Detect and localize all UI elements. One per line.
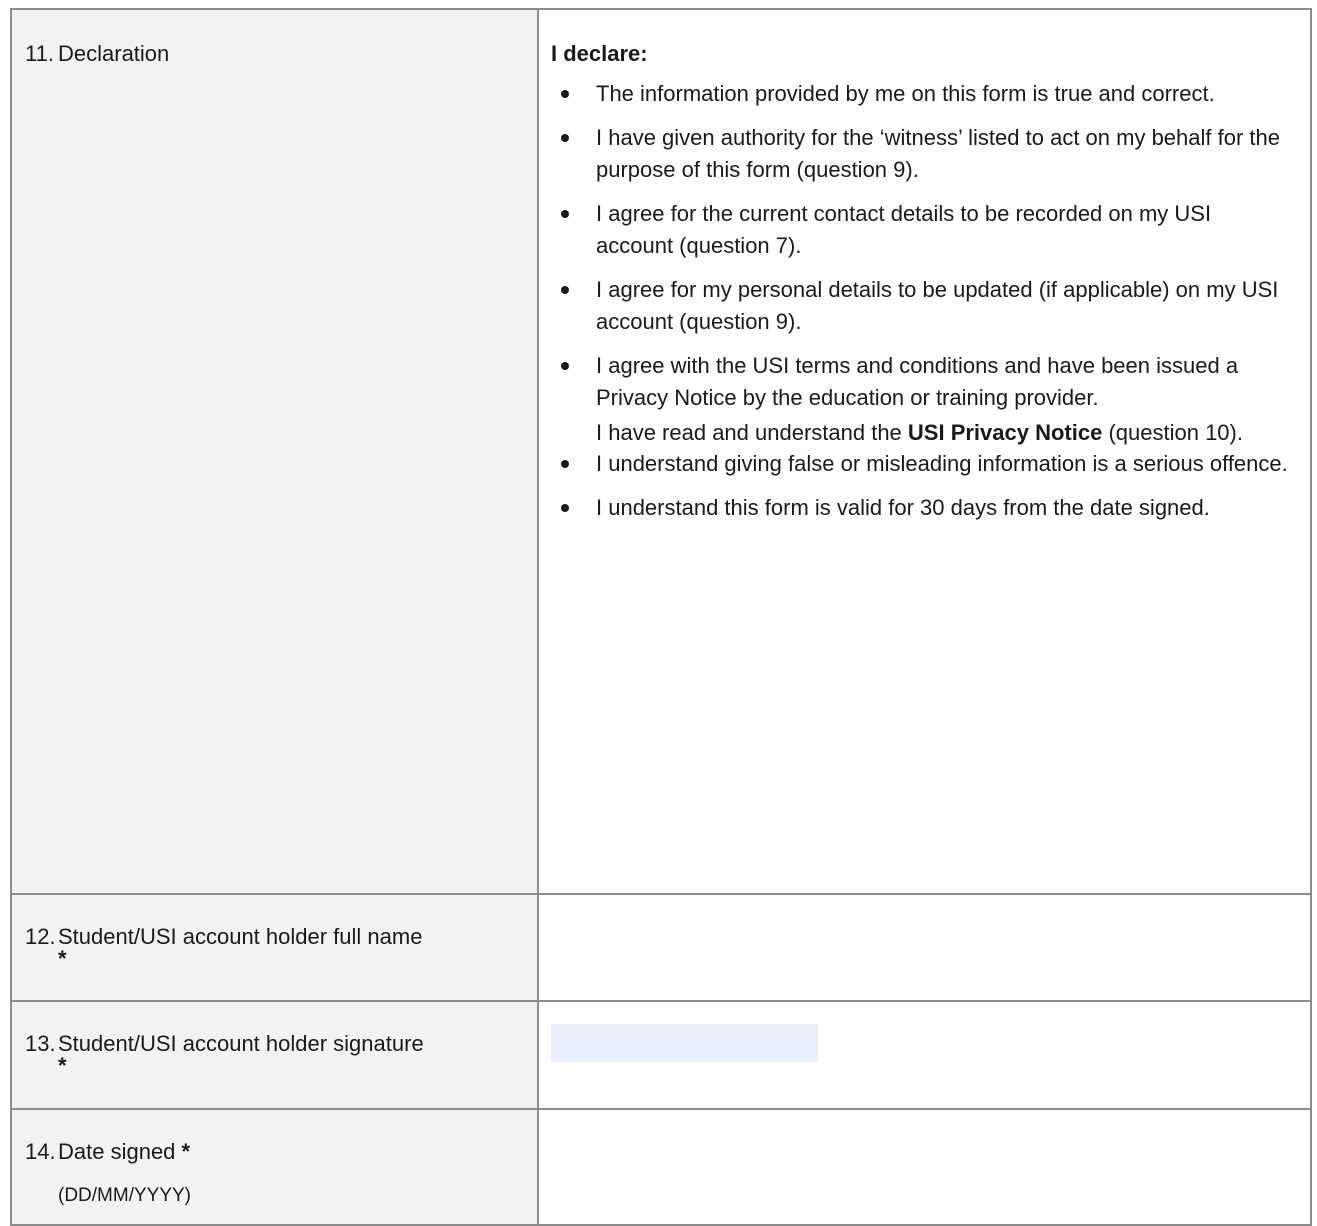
declaration-item: I understand this form is valid for 30 d… xyxy=(539,492,1310,524)
declaration-list-continued: I understand giving false or misleading … xyxy=(539,448,1310,524)
date-signed-label: 14. Date signed * xyxy=(12,1138,537,1166)
declaration-item: I have given authority for the ‘witness’… xyxy=(539,122,1310,186)
declaration-row: 11. Declaration I declare: The informatio… xyxy=(10,8,1312,895)
full-name-row: 12. Student/USI account holder full name * xyxy=(10,893,1312,1002)
declaration-item: I agree with the USI terms and condition… xyxy=(539,350,1310,414)
declaration-label-cell: 11. Declaration xyxy=(10,8,539,895)
bullet-icon xyxy=(561,286,569,294)
required-marker: * xyxy=(58,946,67,971)
question-label: Student/USI account holder full name xyxy=(58,924,423,949)
signature-label: 13. Student/USI account holder signature * xyxy=(12,1030,537,1078)
bullet-icon xyxy=(561,460,569,468)
question-number: 14. xyxy=(25,1139,56,1164)
bullet-icon xyxy=(561,362,569,370)
question-number: 11. xyxy=(25,41,54,66)
required-marker: * xyxy=(58,1053,67,1078)
signature-cell xyxy=(537,1000,1312,1110)
bullet-icon xyxy=(561,210,569,218)
declaration-item: The information provided by me on this f… xyxy=(539,78,1310,110)
usi-privacy-notice-link[interactable]: USI Privacy Notice xyxy=(908,420,1102,445)
declaration-heading: I declare: xyxy=(551,41,648,66)
question-label: Declaration xyxy=(58,41,170,66)
full-name-label: 12. Student/USI account holder full name * xyxy=(12,923,537,971)
question-label: Student/USI account holder signature xyxy=(58,1031,424,1056)
bullet-icon xyxy=(561,90,569,98)
date-signed-label-cell: 14. Date signed * (DD/MM/YYYY) xyxy=(10,1108,539,1226)
declaration-item: I agree for the current contact details … xyxy=(539,198,1310,262)
privacy-notice-paragraph: I have read and understand the USI Priva… xyxy=(596,420,1243,445)
signature-field[interactable] xyxy=(551,1024,818,1062)
declaration-item: I understand giving false or misleading … xyxy=(539,448,1310,480)
question-label: Date signed xyxy=(58,1139,176,1164)
full-name-field[interactable] xyxy=(537,893,1312,1002)
declaration-item: I agree for my personal details to be up… xyxy=(539,274,1310,338)
required-marker: * xyxy=(181,1139,191,1164)
signature-row: 13. Student/USI account holder signature * xyxy=(10,1000,1312,1110)
date-signed-field[interactable] xyxy=(537,1108,1312,1226)
full-name-label-cell: 12. Student/USI account holder full name * xyxy=(10,893,539,1002)
declaration-label: 11. Declaration xyxy=(12,40,537,68)
declaration-content-cell: I declare: The information provided by m… xyxy=(537,8,1312,895)
question-number: 13. xyxy=(25,1031,56,1056)
declaration-form-table: 11. Declaration I declare: The informatio… xyxy=(10,8,1312,1226)
question-number: 12. xyxy=(25,924,56,949)
declaration-list: The information provided by me on this f… xyxy=(539,78,1310,414)
date-signed-row: 14. Date signed * (DD/MM/YYYY) xyxy=(10,1108,1312,1226)
bullet-icon xyxy=(561,134,569,142)
date-format-hint: (DD/MM/YYYY) xyxy=(58,1185,191,1206)
bullet-icon xyxy=(561,504,569,512)
signature-label-cell: 13. Student/USI account holder signature * xyxy=(10,1000,539,1110)
